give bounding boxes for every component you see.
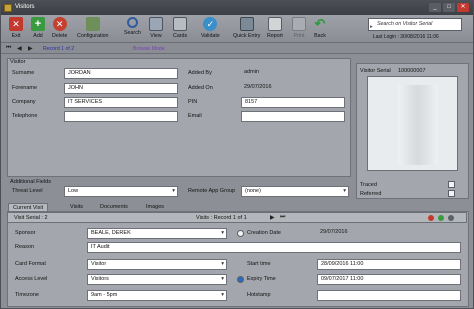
- email-label: Email: [188, 113, 202, 119]
- remote-app-group-select[interactable]: (none): [241, 186, 349, 197]
- exit-icon: ✕: [9, 17, 23, 31]
- expiry-time-label: Expiry Time: [247, 276, 276, 282]
- access-level-select[interactable]: Visitors: [87, 274, 227, 285]
- expiry-time-field[interactable]: 09/07/2017 11:00: [317, 274, 461, 285]
- title-bar: Visitors _ □ ✕: [1, 1, 473, 15]
- timezone-select[interactable]: 9am - 5pm: [87, 290, 227, 301]
- start-time-field[interactable]: 28/09/2016 11:00: [317, 259, 461, 270]
- telephone-field[interactable]: [64, 111, 178, 122]
- toolbar: ✕ Exit + Add ✕ Delete Configuration Sear…: [1, 15, 473, 43]
- forename-field[interactable]: JOHN: [64, 83, 178, 94]
- traced-label: Traced: [360, 182, 377, 188]
- visitor-section-label: Visitor: [10, 59, 26, 65]
- threat-level-label: Threat Level: [12, 188, 43, 194]
- surname-label: Surname: [12, 70, 35, 76]
- pin-field[interactable]: 8157: [241, 97, 345, 108]
- creation-date-value: 29/07/2016: [320, 229, 348, 235]
- company-label: Company: [12, 99, 36, 105]
- added-on-value: 29/07/2016: [244, 84, 272, 90]
- plus-icon: +: [31, 17, 45, 31]
- last-login-text: Last Login : 30/08/2016 11:06: [373, 34, 439, 40]
- sponsor-select[interactable]: BEALE, DEREK: [87, 228, 227, 239]
- report-button[interactable]: Report: [267, 17, 283, 39]
- email-field[interactable]: [241, 111, 345, 122]
- delete-icon: ✕: [52, 17, 67, 31]
- clear-search-icon[interactable]: ▸: [370, 22, 373, 33]
- threat-level-select[interactable]: Low: [64, 186, 178, 197]
- visit-serial: Visit Serial : 2: [14, 215, 48, 221]
- hotstamp-field[interactable]: [317, 290, 461, 301]
- visit-last-button[interactable]: ⏭: [280, 214, 285, 221]
- reason-field[interactable]: IT Audit: [87, 242, 461, 253]
- additional-fields-label: Additional Fields: [10, 179, 52, 185]
- visitor-serial-search-input[interactable]: ▸ Search on Visitor Serial: [368, 18, 462, 31]
- expiry-time-radio[interactable]: [237, 276, 244, 283]
- card-format-label: Card Format: [15, 261, 46, 267]
- mode-indicator: Browse Mode: [133, 46, 165, 52]
- cards-button[interactable]: Cards: [173, 17, 187, 39]
- creation-date-radio[interactable]: [237, 230, 244, 237]
- previous-record-button[interactable]: ◀: [17, 45, 22, 52]
- visitor-serial-value: 100000007: [398, 68, 426, 74]
- delete-button[interactable]: ✕ Delete: [52, 17, 67, 39]
- added-on-label: Added On: [188, 85, 213, 91]
- report-icon: [267, 17, 282, 31]
- window-title: Visitors: [15, 4, 35, 10]
- visit-expand-icon[interactable]: [448, 215, 454, 221]
- visitor-serial-label: Visitor Serial: [360, 68, 391, 74]
- back-button[interactable]: ↶ Back: [313, 16, 327, 40]
- configuration-button[interactable]: Configuration: [77, 17, 109, 39]
- minimize-button[interactable]: _: [429, 3, 441, 12]
- referred-label: Referred: [360, 191, 382, 197]
- visit-header-bar: Visit Serial : 2 Visits : Record 1 of 1 …: [7, 212, 467, 223]
- pin-label: PIN: [188, 99, 198, 105]
- print-button[interactable]: Print: [292, 17, 306, 39]
- access-level-label: Access Level: [15, 276, 48, 282]
- first-record-button[interactable]: ⏮: [6, 45, 11, 52]
- cards-icon: [173, 17, 188, 31]
- printer-icon: [292, 17, 306, 31]
- hotstamp-label: Hotstamp: [247, 292, 271, 298]
- view-button[interactable]: View: [149, 17, 163, 39]
- view-icon: [149, 17, 163, 31]
- traced-checkbox[interactable]: [448, 181, 455, 188]
- visitor-photo[interactable]: [367, 76, 458, 171]
- quick-entry-button[interactable]: Quick Entry: [233, 17, 260, 39]
- remote-app-group-label: Remote App Group: [188, 188, 236, 194]
- checkmark-icon: ✓: [203, 17, 218, 31]
- creation-date-label: Creation Date: [247, 230, 281, 236]
- start-time-label: Start time: [247, 261, 271, 267]
- validate-button[interactable]: ✓ Validate: [201, 17, 220, 39]
- visitors-window: Visitors _ □ ✕ ✕ Exit + Add ✕ Delete Con…: [0, 0, 474, 309]
- added-by-value: admin: [244, 69, 259, 75]
- next-record-button[interactable]: ▶: [28, 45, 33, 52]
- company-field[interactable]: IT SERVICES: [64, 97, 178, 108]
- close-window-button[interactable]: ✕: [457, 3, 469, 12]
- configuration-icon: [85, 17, 100, 31]
- visit-delete-icon[interactable]: [428, 215, 434, 221]
- back-arrow-icon: ↶: [314, 16, 326, 31]
- maximize-button[interactable]: □: [443, 3, 455, 12]
- sponsor-label: Sponsor: [15, 230, 36, 236]
- card-format-select[interactable]: Visitor: [87, 259, 227, 270]
- telephone-label: Telephone: [12, 113, 38, 119]
- photo-placeholder: [398, 85, 438, 165]
- surname-field[interactable]: JORDAN: [64, 68, 178, 79]
- visit-next-button[interactable]: ▶: [270, 214, 275, 221]
- exit-button[interactable]: ✕ Exit: [9, 17, 23, 39]
- magnifier-icon: [126, 17, 138, 28]
- forename-label: Forename: [12, 85, 38, 91]
- added-by-label: Added By: [188, 70, 212, 76]
- search-button[interactable]: Search: [124, 17, 141, 36]
- add-button[interactable]: + Add: [31, 17, 45, 39]
- record-navigator: ⏮ ◀ ▶ Record 1 of 2 Browse Mode: [1, 44, 473, 54]
- timezone-label: Timezone: [15, 292, 39, 298]
- referred-checkbox[interactable]: [448, 190, 455, 197]
- app-icon: [4, 4, 12, 12]
- visit-record-indicator: Visits : Record 1 of 1: [196, 215, 247, 221]
- quick-entry-icon: [239, 17, 254, 31]
- record-indicator: Record 1 of 2: [43, 46, 75, 52]
- visit-add-icon[interactable]: [438, 215, 444, 221]
- reason-label: Reason: [15, 244, 34, 250]
